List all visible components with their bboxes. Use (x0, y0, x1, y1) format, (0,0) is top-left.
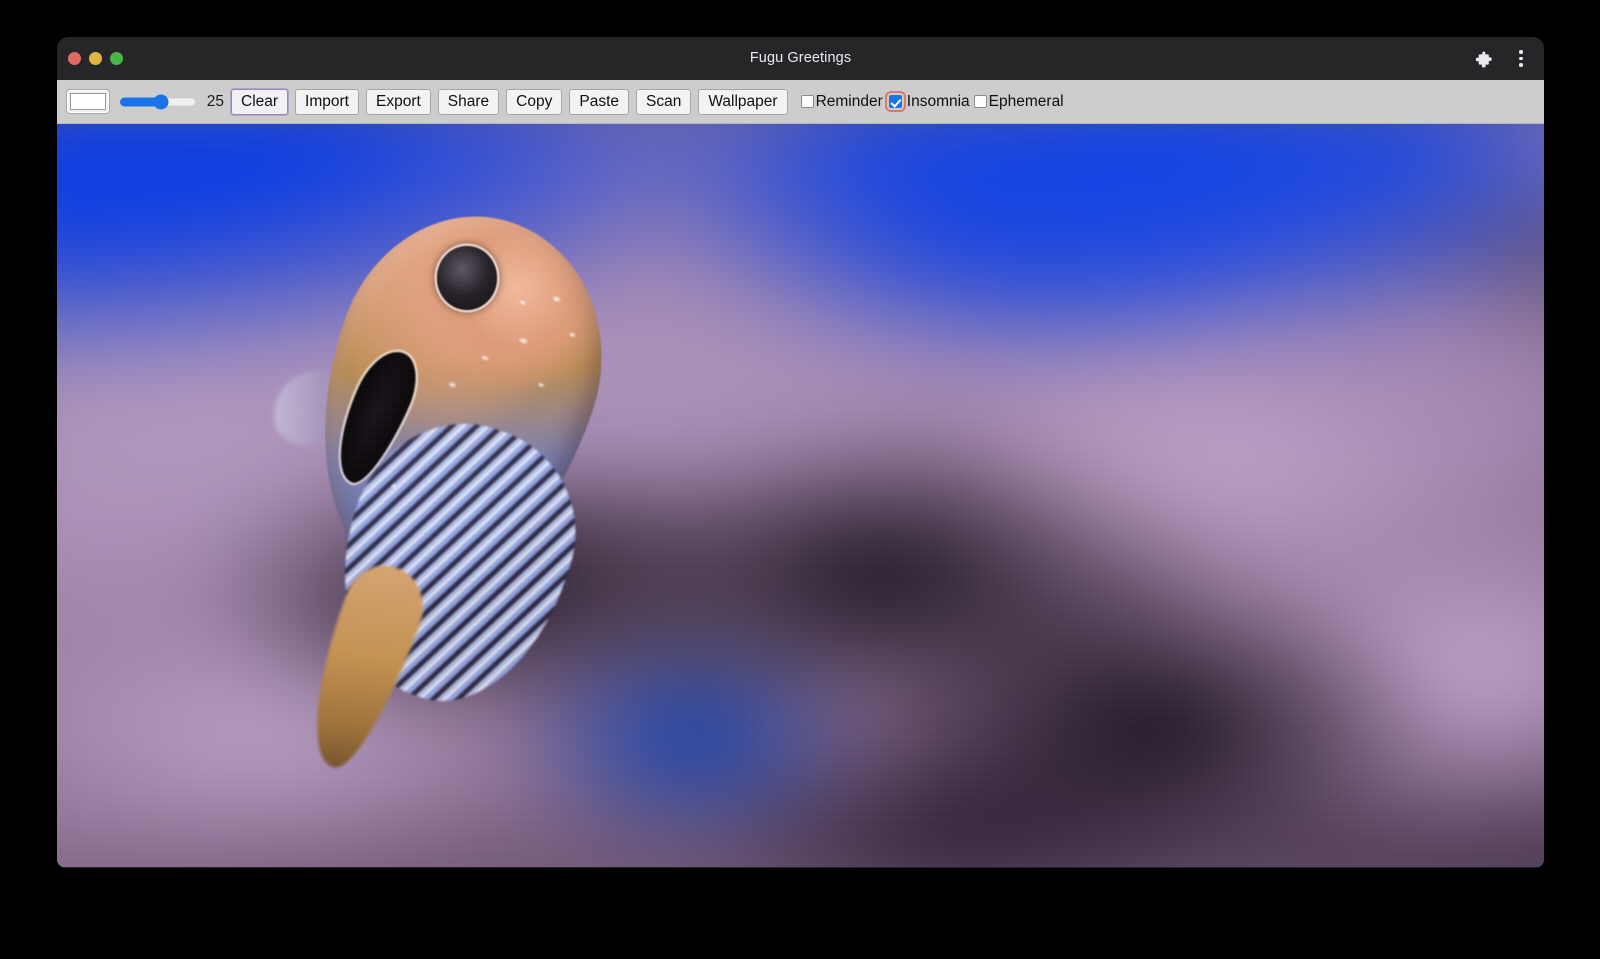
insomnia-checkbox[interactable] (889, 95, 902, 108)
reminder-checkbox-item[interactable]: Reminder (801, 92, 883, 111)
slider-value-label: 25 (204, 93, 224, 111)
browser-window: Fugu Greetings (57, 37, 1544, 868)
import-button[interactable]: Import (295, 89, 359, 115)
minimize-window-button[interactable] (89, 52, 102, 65)
title-bar: Fugu Greetings (57, 37, 1544, 80)
kebab-dot (1519, 57, 1523, 61)
kebab-dot (1519, 63, 1523, 67)
title-bar-actions (1472, 37, 1530, 80)
browser-menu-icon[interactable] (1512, 49, 1530, 69)
insomnia-checkbox-focus-ring (887, 93, 904, 110)
close-window-button[interactable] (68, 52, 81, 65)
ephemeral-label: Ephemeral (989, 92, 1064, 111)
clear-button[interactable]: Clear (231, 89, 288, 115)
ephemeral-checkbox-item[interactable]: Ephemeral (974, 92, 1064, 111)
fish-eye (437, 246, 498, 310)
ephemeral-checkbox[interactable] (974, 95, 987, 108)
scan-button[interactable]: Scan (636, 89, 691, 115)
screen: Fugu Greetings (0, 0, 1600, 959)
traffic-light-controls (68, 37, 123, 80)
window-title: Fugu Greetings (57, 37, 1544, 80)
color-picker-swatch (70, 93, 106, 110)
kebab-dot (1519, 50, 1523, 54)
reminder-checkbox[interactable] (801, 95, 814, 108)
maximize-window-button[interactable] (110, 52, 123, 65)
color-picker[interactable] (66, 89, 110, 114)
extensions-icon[interactable] (1472, 49, 1492, 69)
slider-thumb[interactable] (154, 94, 169, 109)
drawing-canvas[interactable] (57, 124, 1544, 867)
app-toolbar: 25 Clear Import Export Share Copy Paste … (57, 80, 1544, 124)
pufferfish-photo (273, 191, 630, 771)
toolbar-checkbox-group: Reminder Insomnia Ephemeral (801, 92, 1068, 111)
copy-button[interactable]: Copy (506, 89, 562, 115)
insomnia-label: Insomnia (907, 92, 970, 111)
paste-button[interactable]: Paste (569, 89, 629, 115)
line-width-slider[interactable] (120, 92, 196, 112)
export-button[interactable]: Export (366, 89, 431, 115)
insomnia-checkbox-item[interactable]: Insomnia (887, 92, 970, 111)
share-button[interactable]: Share (438, 89, 499, 115)
reminder-label: Reminder (816, 92, 883, 111)
wallpaper-button[interactable]: Wallpaper (698, 89, 787, 115)
